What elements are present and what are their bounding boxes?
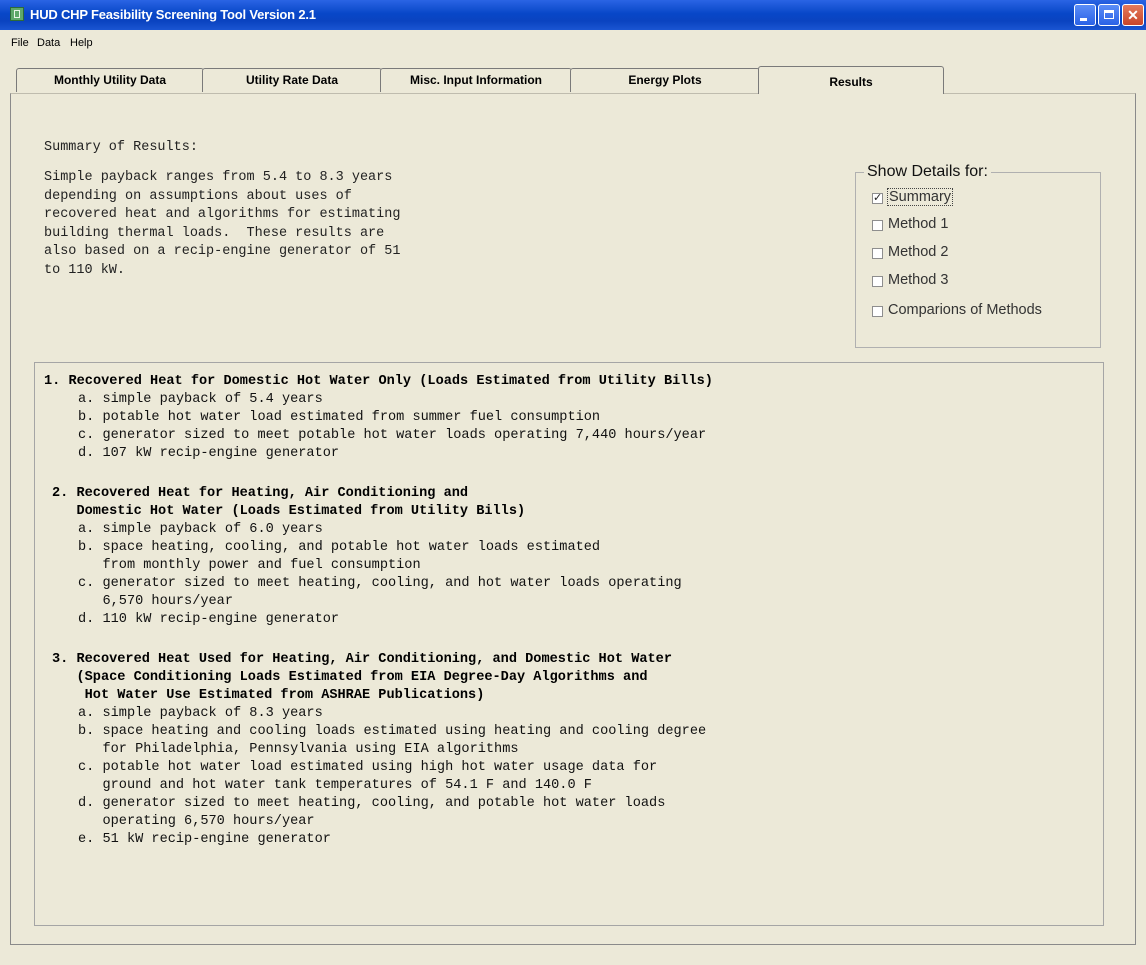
method-2-item: d. 110 kW recip-engine generator <box>78 612 340 627</box>
window-titlebar: HUD CHP Feasibility Screening Tool Versi… <box>0 0 1146 30</box>
method-1-item: a. simple payback of 5.4 years <box>78 392 323 407</box>
window-title: HUD CHP Feasibility Screening Tool Versi… <box>30 7 316 22</box>
summary-line: recovered heat and algorithms for estima… <box>44 207 401 223</box>
method-3-item: a. simple payback of 8.3 years <box>78 706 323 721</box>
details-option-label: Comparions of Methods <box>888 302 1042 318</box>
details-option-label: Method 1 <box>888 216 949 232</box>
minimize-icon <box>1080 18 1087 21</box>
method-3-title: 3. Recovered Heat Used for Heating, Air … <box>52 652 672 667</box>
menu-file[interactable]: File <box>11 37 29 49</box>
tab-monthly-utility-data[interactable]: Monthly Utility Data <box>16 68 204 92</box>
method-2-checkbox[interactable] <box>872 248 883 259</box>
summary-line: building thermal loads. These results ar… <box>44 225 385 241</box>
menu-bar: File Data Help <box>0 30 1146 52</box>
summary-line: Simple payback ranges from 5.4 to 8.3 ye… <box>44 170 393 185</box>
method-1-item: b. potable hot water load estimated from… <box>78 410 601 425</box>
status-bar <box>0 945 1146 965</box>
summary-checkbox[interactable]: ✓ <box>872 193 883 204</box>
method-3-item: operating 6,570 hours/year <box>78 814 315 829</box>
summary-line: depending on assumptions about uses of <box>44 188 352 204</box>
method-2-item: a. simple payback of 6.0 years <box>78 522 323 537</box>
summary-line: also based on a recip-engine generator o… <box>44 244 401 260</box>
method-1-checkbox[interactable] <box>872 220 883 231</box>
tab-strip: Monthly Utility Data Utility Rate Data M… <box>0 52 1146 94</box>
method-3-item: for Philadelphia, Pennsylvania using EIA… <box>78 742 519 757</box>
method-2-item: c. generator sized to meet heating, cool… <box>78 576 682 591</box>
show-details-legend: Show Details for: <box>864 163 991 181</box>
method-3-item: b. space heating and cooling loads estim… <box>78 724 707 739</box>
details-option-label: Summary <box>887 188 954 206</box>
method-2-item: from monthly power and fuel consumption <box>78 558 421 573</box>
menu-data[interactable]: Data <box>37 37 60 49</box>
details-option-label: Method 3 <box>888 272 949 288</box>
method-3-item: d. generator sized to meet heating, cool… <box>78 796 666 811</box>
menu-help[interactable]: Help <box>70 37 93 49</box>
summary-heading: Summary of Results: <box>44 140 198 155</box>
summary-line: to 110 kW. <box>44 262 126 278</box>
minimize-button[interactable] <box>1074 4 1096 26</box>
tab-misc-input-information[interactable]: Misc. Input Information <box>380 68 572 92</box>
close-button[interactable]: ✕ <box>1122 4 1144 26</box>
maximize-button[interactable] <box>1098 4 1120 26</box>
method-1-title: 1. Recovered Heat for Domestic Hot Water… <box>44 374 713 389</box>
method-2-title: Domestic Hot Water (Loads Estimated from… <box>52 504 526 519</box>
app-icon <box>10 7 24 21</box>
maximize-icon <box>1104 10 1114 19</box>
close-icon: ✕ <box>1127 7 1139 23</box>
comparisons-checkbox[interactable] <box>872 306 883 317</box>
tab-energy-plots[interactable]: Energy Plots <box>570 68 760 92</box>
method-3-item: e. 51 kW recip-engine generator <box>78 832 331 847</box>
method-1-item: d. 107 kW recip-engine generator <box>78 446 340 461</box>
method-1-item: c. generator sized to meet potable hot w… <box>78 428 707 443</box>
method-3-checkbox[interactable] <box>872 276 883 287</box>
method-3-item: ground and hot water tank temperatures o… <box>78 778 592 793</box>
method-3-item: c. potable hot water load estimated usin… <box>78 760 658 775</box>
method-2-title: 2. Recovered Heat for Heating, Air Condi… <box>52 486 469 501</box>
method-3-title: (Space Conditioning Loads Estimated from… <box>52 670 648 685</box>
tab-utility-rate-data[interactable]: Utility Rate Data <box>202 68 382 92</box>
summary-text: Simple payback ranges from 5.4 to 8.3 ye… <box>44 169 400 281</box>
tab-results[interactable]: Results <box>758 66 944 94</box>
method-3-title: Hot Water Use Estimated from ASHRAE Publ… <box>52 688 485 703</box>
details-option-label: Method 2 <box>888 244 949 260</box>
method-2-item: 6,570 hours/year <box>78 594 233 609</box>
method-2-item: b. space heating, cooling, and potable h… <box>78 540 601 555</box>
